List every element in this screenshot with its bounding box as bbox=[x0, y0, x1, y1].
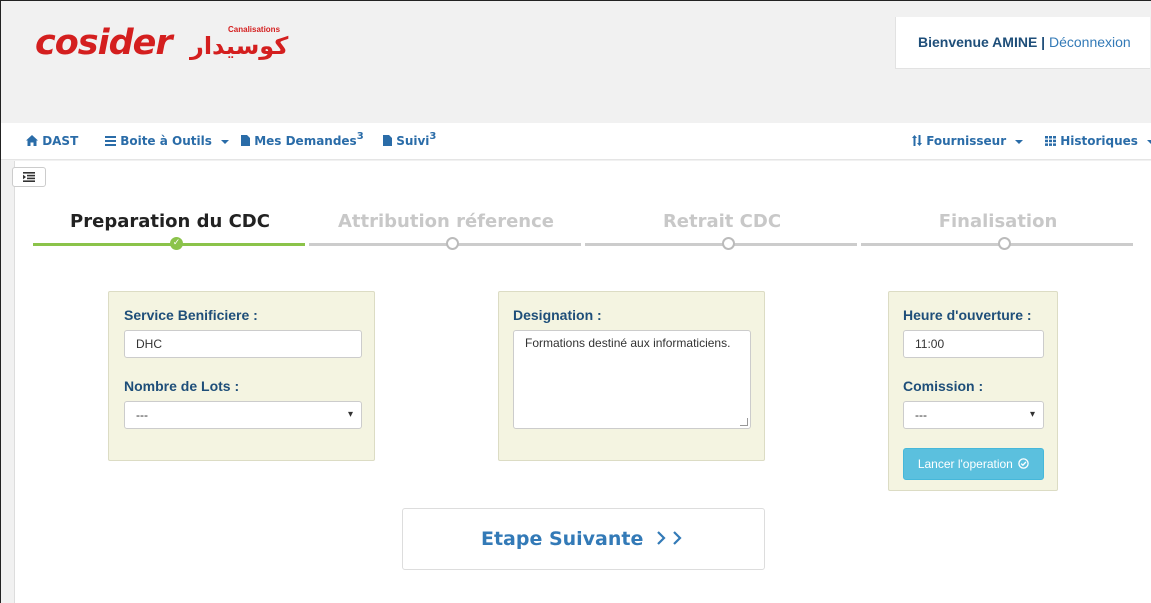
service-panel: Service Benificiere : DHC Nombre de Lots… bbox=[108, 291, 375, 461]
step-1-check-icon: ✓ bbox=[170, 237, 183, 250]
logo-text: cosider bbox=[35, 23, 173, 63]
launch-operation-label: Lancer l'operation bbox=[917, 457, 1013, 471]
step-4-label[interactable]: Finalisation bbox=[862, 211, 1134, 232]
step-2-progress-line bbox=[309, 243, 581, 246]
heure-input[interactable]: 11:00 bbox=[903, 330, 1044, 358]
grid-icon bbox=[1045, 136, 1056, 146]
lots-select[interactable]: --- bbox=[124, 401, 362, 429]
suivi-count-badge: 3 bbox=[429, 131, 437, 142]
designation-label: Designation : bbox=[513, 307, 602, 323]
nav-historiques[interactable]: Historiques bbox=[1045, 123, 1151, 160]
welcome-text: Bienvenue AMINE | bbox=[918, 34, 1046, 50]
nav-boite-outils-label: Boite à Outils bbox=[120, 134, 212, 148]
user-welcome-box: Bienvenue AMINE | Déconnexion bbox=[895, 17, 1150, 69]
file-icon bbox=[241, 135, 250, 146]
nav-boite-outils[interactable]: Boite à Outils bbox=[105, 123, 230, 160]
nav-suivi-label: Suivi bbox=[396, 134, 430, 148]
step-3-label[interactable]: Retrait CDC bbox=[586, 211, 858, 232]
service-input[interactable]: DHC bbox=[124, 330, 362, 358]
logout-link[interactable]: Déconnexion bbox=[1049, 34, 1131, 50]
menu-icon bbox=[105, 136, 116, 146]
lots-label: Nombre de Lots : bbox=[124, 378, 240, 394]
step-1-label[interactable]: Preparation du CDC bbox=[34, 211, 306, 232]
designation-text: Formations destiné aux informaticiens. bbox=[525, 336, 731, 350]
chevron-down-icon bbox=[221, 139, 230, 144]
check-circle-icon bbox=[1018, 458, 1029, 469]
heure-label: Heure d'ouverture : bbox=[903, 307, 1032, 323]
next-step-button[interactable]: Etape Suivante bbox=[403, 509, 764, 569]
nav-fournisseur-label: Fournisseur bbox=[926, 134, 1007, 148]
launch-operation-button[interactable]: Lancer l'operation bbox=[903, 448, 1044, 480]
next-step-box: Etape Suivante bbox=[402, 508, 765, 570]
nav-dast[interactable]: DAST bbox=[26, 123, 78, 160]
designation-panel: Designation : Formations destiné aux inf… bbox=[498, 291, 765, 461]
service-label: Service Benificiere : bbox=[124, 307, 258, 323]
brand-logo[interactable]: cosider Canalisations كوسيدار bbox=[35, 23, 288, 63]
nav-dast-label: DAST bbox=[42, 134, 79, 148]
chevron-down-icon bbox=[1015, 139, 1024, 144]
sort-icon bbox=[912, 135, 922, 146]
nav-mes-demandes[interactable]: Mes Demandes3 bbox=[241, 123, 364, 160]
nav-suivi[interactable]: Suivi3 bbox=[383, 123, 436, 160]
file-icon bbox=[383, 135, 392, 146]
indent-icon bbox=[23, 172, 35, 182]
nav-fournisseur[interactable]: Fournisseur bbox=[912, 123, 1024, 160]
next-step-label: Etape Suivante bbox=[480, 528, 644, 550]
chevron-down-icon bbox=[1147, 139, 1151, 144]
step-4-progress-line bbox=[861, 243, 1133, 246]
nav-mes-demandes-label: Mes Demandes bbox=[254, 134, 357, 148]
navbar: DAST Boite à Outils Mes Demandes3 Suivi3… bbox=[1, 123, 1151, 160]
nav-historiques-label: Historiques bbox=[1060, 134, 1138, 148]
step-4-dot bbox=[998, 237, 1011, 250]
demandes-count-badge: 3 bbox=[356, 131, 364, 142]
home-icon bbox=[26, 135, 38, 146]
chevron-right-icon bbox=[657, 531, 682, 545]
logo-arabic: كوسيدار bbox=[190, 32, 289, 60]
step-3-progress-line bbox=[585, 243, 857, 246]
comission-label: Comission : bbox=[903, 378, 984, 394]
sidebar-toggle-button[interactable] bbox=[12, 167, 46, 187]
resize-handle-icon[interactable] bbox=[740, 418, 748, 426]
designation-textarea[interactable]: Formations destiné aux informaticiens. bbox=[513, 330, 751, 429]
step-2-dot bbox=[446, 237, 459, 250]
step-3-dot bbox=[722, 237, 735, 250]
step-1-progress-line bbox=[33, 243, 305, 246]
comission-select[interactable]: --- bbox=[903, 401, 1044, 429]
ouverture-panel: Heure d'ouverture : 11:00 Comission : --… bbox=[888, 291, 1058, 491]
step-2-label[interactable]: Attribution réference bbox=[310, 211, 582, 232]
